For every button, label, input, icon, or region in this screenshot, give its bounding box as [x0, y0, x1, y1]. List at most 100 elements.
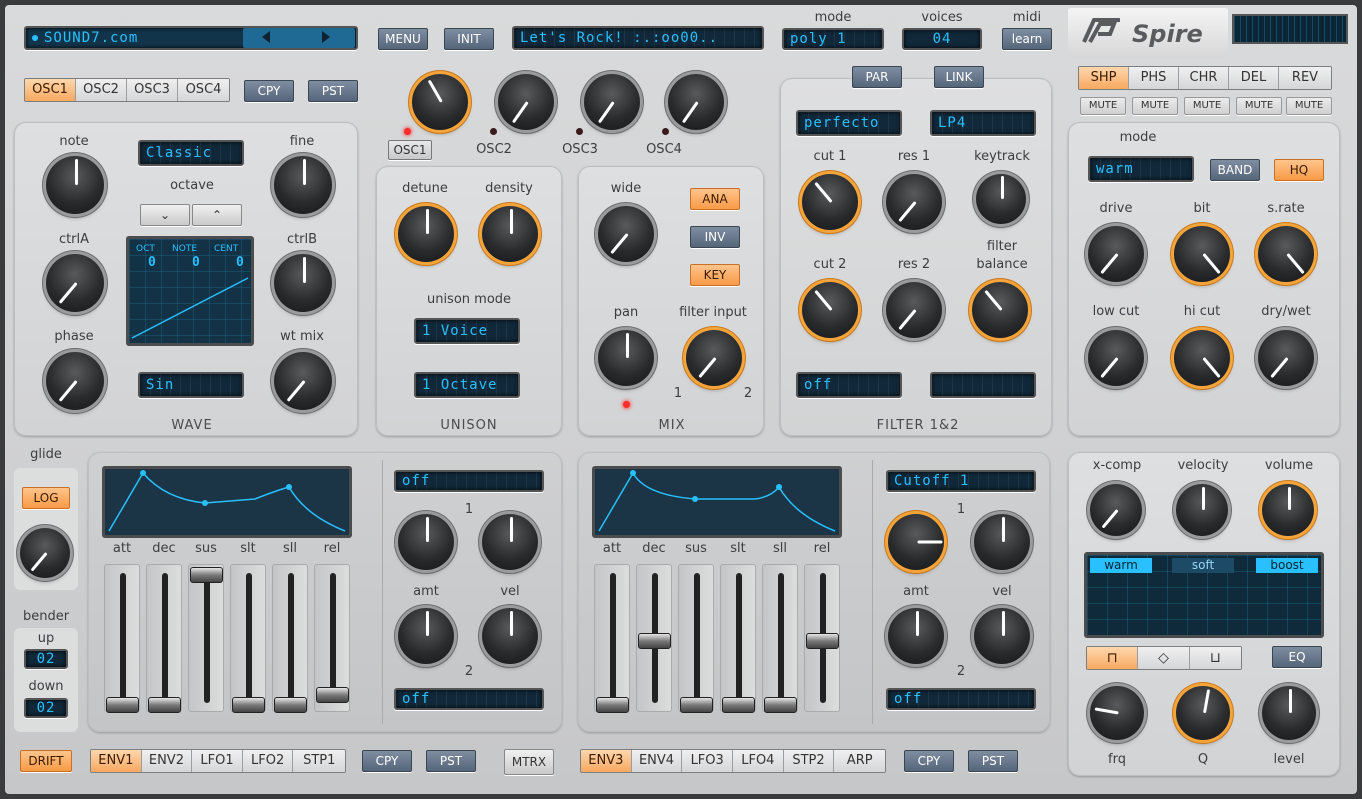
env1-vel1-knob[interactable]	[482, 514, 538, 570]
tab-env1[interactable]: ENV1	[91, 750, 142, 772]
env3-att-fader[interactable]	[594, 564, 630, 713]
pan-knob[interactable]	[598, 330, 654, 386]
filter-mode2-select[interactable]	[930, 372, 1036, 398]
unison-voices-select[interactable]: 1 Voice	[414, 318, 520, 344]
filter2-type-select[interactable]: LP4	[930, 110, 1036, 136]
mod-right-paste-button[interactable]: PST	[968, 750, 1018, 772]
octave-down-button[interactable]: ⌄	[140, 204, 190, 226]
env3-amt2-knob[interactable]	[888, 608, 944, 664]
inv-button[interactable]: INV	[690, 226, 740, 248]
env1-amt2-knob[interactable]	[398, 608, 454, 664]
eq-mode-warm[interactable]: warm	[1090, 558, 1152, 573]
lowcut-knob[interactable]	[1088, 330, 1144, 386]
bender-down-value[interactable]: 02	[24, 698, 68, 718]
band-button[interactable]: BAND	[1210, 159, 1260, 181]
detune-knob[interactable]	[398, 206, 454, 262]
filter-link-button[interactable]: LINK	[934, 66, 984, 88]
drywet-knob[interactable]	[1258, 330, 1314, 386]
env1-dest2-select[interactable]: off	[394, 688, 544, 710]
env3-vel1-knob[interactable]	[974, 514, 1030, 570]
ana-button[interactable]: ANA	[690, 188, 740, 210]
env1-sll-fader[interactable]	[272, 564, 308, 713]
hicut-knob[interactable]	[1174, 330, 1230, 386]
density-knob[interactable]	[482, 206, 538, 262]
eq-button[interactable]: EQ	[1272, 646, 1322, 668]
octave-up-button[interactable]: ⌃	[192, 204, 242, 226]
mute-rev-button[interactable]: MUTE	[1286, 97, 1332, 115]
env3-sus-fader[interactable]	[678, 564, 714, 713]
eq-mode-soft[interactable]: soft	[1172, 558, 1234, 573]
tab-chr[interactable]: CHR	[1179, 67, 1229, 89]
mute-shp-button[interactable]: MUTE	[1080, 97, 1126, 115]
mute-phs-button[interactable]: MUTE	[1132, 97, 1178, 115]
filter-balance-knob[interactable]	[972, 282, 1028, 338]
wtmix-knob[interactable]	[274, 352, 332, 410]
res2-knob[interactable]	[886, 282, 942, 338]
tab-rev[interactable]: REV	[1279, 67, 1331, 89]
mod-right-copy-button[interactable]: CPY	[904, 750, 954, 772]
glide-knob[interactable]	[20, 528, 70, 578]
tab-stp1[interactable]: STP1	[293, 750, 345, 772]
env1-dec-fader[interactable]	[146, 564, 182, 713]
note-knob[interactable]	[46, 156, 104, 214]
tab-stp2[interactable]: STP2	[783, 750, 835, 772]
tab-osc3[interactable]: OSC3	[127, 79, 178, 101]
patch-name-display[interactable]: Let's Rock! :.:oo00..	[512, 26, 764, 50]
preset-prev-button[interactable]	[262, 31, 270, 43]
env3-rel-fader[interactable]	[804, 564, 840, 712]
mode-select[interactable]: poly 1	[782, 28, 884, 50]
tab-lfo4[interactable]: LFO4	[733, 750, 784, 772]
tab-osc2[interactable]: OSC2	[76, 79, 127, 101]
osc1-select-button[interactable]: OSC1	[388, 140, 432, 160]
osc-paste-button[interactable]: PST	[308, 80, 358, 102]
osc-copy-button[interactable]: CPY	[244, 80, 294, 102]
eq-peak-icon[interactable]: ◇	[1138, 647, 1190, 669]
unison-octave-select[interactable]: 1 Octave	[414, 372, 520, 398]
osc1-level-knob[interactable]	[412, 74, 468, 130]
mute-chr-button[interactable]: MUTE	[1184, 97, 1230, 115]
mod-left-copy-button[interactable]: CPY	[362, 750, 412, 772]
env1-rel-fader[interactable]	[314, 564, 350, 712]
xcomp-knob[interactable]	[1090, 484, 1142, 536]
osc3-level-knob[interactable]	[584, 74, 640, 130]
tab-arp[interactable]: ARP	[834, 750, 885, 772]
eq-lowshelf-icon[interactable]: ⊓	[1087, 647, 1139, 669]
env1-slt-fader[interactable]	[230, 564, 266, 713]
osc2-level-knob[interactable]	[498, 74, 554, 130]
phase-knob[interactable]	[46, 352, 104, 410]
env3-dest2-select[interactable]: off	[886, 688, 1036, 710]
env1-att-fader[interactable]	[104, 564, 140, 713]
bit-knob[interactable]	[1174, 226, 1230, 282]
tab-del[interactable]: DEL	[1229, 67, 1279, 89]
env1-amt1-knob[interactable]	[398, 514, 454, 570]
filter-input-knob[interactable]	[686, 330, 742, 386]
level-knob[interactable]	[1262, 686, 1316, 740]
osc4-level-knob[interactable]	[668, 74, 724, 130]
keytrack-knob[interactable]	[976, 174, 1026, 224]
tab-osc4[interactable]: OSC4	[178, 79, 229, 101]
eq-highshelf-icon[interactable]: ⊔	[1189, 647, 1241, 669]
tab-lfo1[interactable]: LFO1	[192, 750, 243, 772]
drift-button[interactable]: DRIFT	[20, 750, 72, 772]
osc-type-select[interactable]: Classic	[138, 140, 244, 166]
shaper-mode-select[interactable]: warm	[1088, 156, 1194, 182]
mute-del-button[interactable]: MUTE	[1236, 97, 1282, 115]
mod-left-paste-button[interactable]: PST	[426, 750, 476, 772]
menu-button[interactable]: MENU	[378, 28, 428, 50]
env3-amt1-knob[interactable]	[888, 514, 944, 570]
tab-env2[interactable]: ENV2	[141, 750, 193, 772]
env3-sll-fader[interactable]	[762, 564, 798, 713]
env1-dest1-select[interactable]: off	[394, 470, 544, 492]
srate-knob[interactable]	[1258, 226, 1314, 282]
q-knob[interactable]	[1176, 686, 1230, 740]
env3-dec-fader[interactable]	[636, 564, 672, 712]
hq-button[interactable]: HQ	[1274, 159, 1324, 181]
init-button[interactable]: INIT	[444, 28, 494, 50]
env1-vel2-knob[interactable]	[482, 608, 538, 664]
cut1-knob[interactable]	[802, 174, 858, 230]
eq-mode-boost[interactable]: boost	[1256, 558, 1318, 573]
env3-dest1-select[interactable]: Cutoff 1	[886, 470, 1036, 492]
wave-shape-select[interactable]: Sin	[138, 372, 244, 398]
drive-knob[interactable]	[1088, 226, 1144, 282]
tab-env3[interactable]: ENV3	[581, 750, 632, 772]
